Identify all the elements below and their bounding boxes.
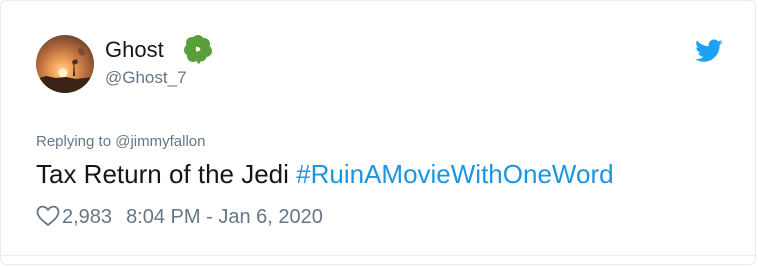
hashtag-link[interactable]: #RuinAMovieWithOneWord — [296, 159, 613, 189]
like-count[interactable]: 2,983 — [62, 206, 112, 228]
user-handle[interactable]: @Ghost_7 — [105, 67, 187, 89]
tweet-meta: 2,983 8:04 PM - Jan 6, 2020 — [36, 204, 323, 230]
reply-prefix: Replying to — [36, 133, 116, 150]
reply-to-handle[interactable]: @jimmyfallon — [115, 133, 205, 150]
tweet-text: Tax Return of the Jedi #RuinAMovieWithOn… — [36, 157, 614, 191]
display-name[interactable]: Ghost — [105, 37, 164, 63]
avatar[interactable] — [36, 35, 94, 93]
four-leaf-clover-icon — [184, 35, 212, 64]
twitter-bird-icon[interactable] — [695, 39, 723, 63]
tweet-card: Ghost @Ghost_7 Replying to @jimmyfallon … — [0, 0, 756, 265]
tweet-body: Tax Return of the Jedi — [36, 159, 297, 189]
timestamp[interactable]: 8:04 PM - Jan 6, 2020 — [126, 206, 323, 228]
sunset-avatar-image — [36, 35, 94, 93]
reply-context: Replying to @jimmyfallon — [36, 132, 205, 152]
heart-icon[interactable] — [36, 205, 60, 227]
divider — [1, 255, 755, 256]
